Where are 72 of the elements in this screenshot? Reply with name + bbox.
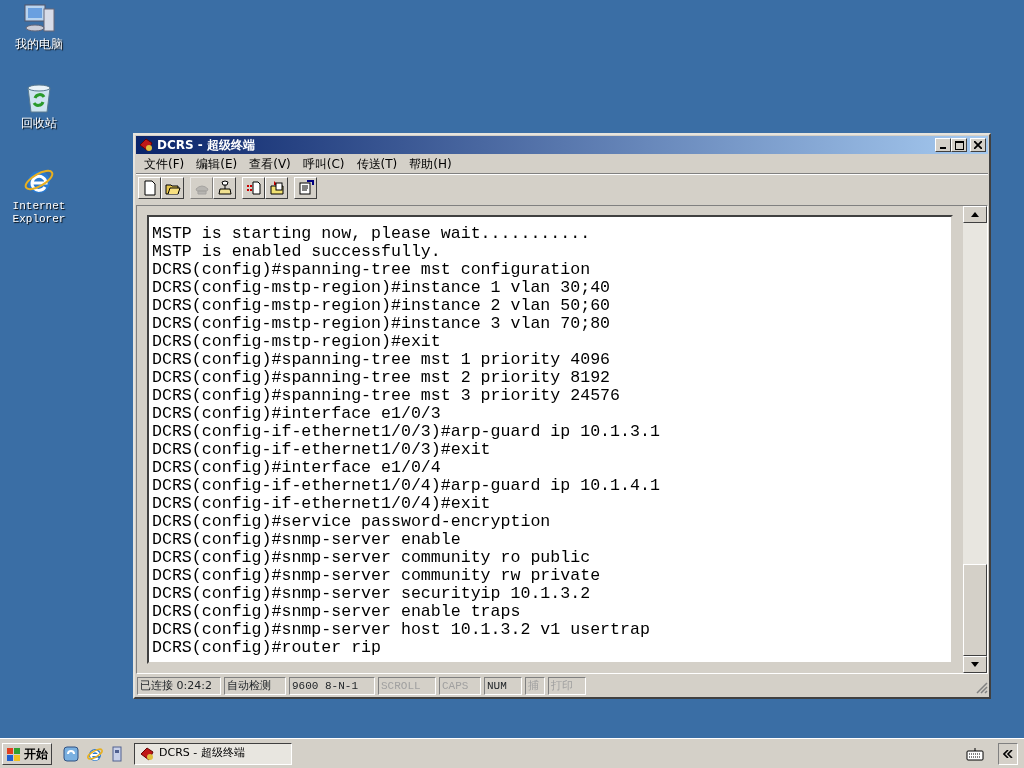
terminal-line: DCRS(config)#snmp-server community rw private: [152, 567, 602, 585]
taskbar-button[interactable]: DCRS - 超级终端: [134, 742, 292, 765]
document-icon: [245, 180, 262, 196]
menu-item[interactable]: 编辑(E): [190, 154, 244, 173]
status-field: 自动检测: [224, 677, 286, 695]
terminal-line: DCRS(config-if-ethernet1/0/3)#arp-guard ip 10.1.3.1: [152, 423, 661, 441]
terminal-line: DCRS(config)#snmp-server enable traps: [152, 603, 522, 621]
desktop-icon-label[interactable]: 我的电脑: [15, 38, 63, 51]
toolbar-button[interactable]: [213, 177, 236, 199]
terminal-line: DCRS(config)#router rip: [152, 639, 383, 657]
down-arrow-icon: [971, 662, 979, 667]
computer-icon[interactable]: [22, 3, 56, 35]
status-field: 9600 8-N-1: [289, 677, 375, 695]
terminal-line: DCRS(config)#spanning-tree mst configuration: [152, 261, 592, 279]
terminal-line: DCRS(config)#interface e1/0/4: [152, 459, 442, 477]
desktop-shortcut-icon[interactable]: [62, 744, 80, 763]
terminal-line: DCRS(config-if-ethernet1/0/3)#exit: [152, 441, 492, 459]
start-button[interactable]: 开始: [2, 742, 52, 765]
terminal-line: MSTP is enabled successfully.: [152, 243, 442, 261]
terminal-line: DCRS(config-mstp-region)#instance 3 vlan 70;80: [152, 315, 612, 333]
toolbar-button[interactable]: [265, 177, 288, 199]
terminal-line: DCRS(config)#snmp-server securityip 10.1.3.2: [152, 585, 592, 603]
status-field: 已连接 0:24:2: [137, 677, 221, 695]
toolbar-button[interactable]: [242, 177, 265, 199]
toolbar-button[interactable]: [294, 177, 317, 199]
terminal-line: DCRS(config-mstp-region)#instance 1 vlan 30;40: [152, 279, 612, 297]
menu-item[interactable]: 文件(F): [138, 154, 191, 173]
scroll-down-button[interactable]: [963, 656, 987, 673]
app-icon: [138, 137, 154, 153]
scroll-thumb[interactable]: [963, 564, 987, 656]
desktop-icon-label[interactable]: Internet Explorer: [0, 200, 78, 226]
windows-flag-icon: [6, 745, 22, 762]
maximize-button[interactable]: [951, 138, 967, 152]
maximize-icon: [954, 140, 964, 150]
properties-icon: [297, 180, 314, 196]
menu-item[interactable]: 帮助(H): [403, 154, 458, 173]
expand-tray-button[interactable]: [998, 742, 1018, 765]
scroll-up-button[interactable]: [963, 206, 987, 223]
minimize-button[interactable]: [935, 138, 951, 152]
window-title: DCRS - 超级终端: [157, 137, 255, 154]
terminal-line: DCRS(config-if-ethernet1/0/4)#arp-guard ip 10.1.4.1: [152, 477, 661, 495]
keyboard-icon[interactable]: [966, 746, 984, 761]
terminal-line: DCRS(config)#service password-encryption: [152, 513, 552, 531]
terminal-line: DCRS(config)#interface e1/0/3: [152, 405, 442, 423]
resize-grip-icon[interactable]: [976, 681, 988, 694]
desktop-icon-label[interactable]: 回收站: [21, 117, 57, 130]
terminal-line: DCRS(config)#spanning-tree mst 1 priority 4096: [152, 351, 612, 369]
status-field: NUM: [484, 677, 522, 695]
close-icon: [974, 141, 982, 149]
menu-item[interactable]: 呼叫(C): [296, 154, 351, 173]
terminal-line: DCRS(config-mstp-region)#exit: [152, 333, 442, 351]
menu-item[interactable]: 查看(V): [243, 154, 297, 173]
terminal-line: DCRS(config-mstp-region)#instance 2 vlan 50;60: [152, 297, 612, 315]
toolbar-button[interactable]: [138, 177, 161, 199]
menu-item[interactable]: 传送(T): [350, 154, 404, 173]
terminal-line: DCRS(config)#snmp-server community ro public: [152, 549, 592, 567]
terminal-line: MSTP is starting now, please wait...........: [152, 225, 592, 243]
terminal-line: DCRS(config)#spanning-tree mst 3 priority 24576: [152, 387, 622, 405]
terminal-line: DCRS(config)#snmp-server enable: [152, 531, 462, 549]
new-document-icon: [141, 180, 158, 196]
terminal-line: DCRS(config)#snmp-server host 10.1.3.2 v1 usertrap: [152, 621, 651, 639]
folder-icon: [268, 180, 285, 196]
recycle-bin-icon[interactable]: [24, 82, 54, 114]
terminal-line: DCRS(config-if-ethernet1/0/4)#exit: [152, 495, 492, 513]
close-button[interactable]: [970, 138, 986, 152]
window-icon[interactable]: [110, 744, 124, 763]
up-arrow-icon: [971, 212, 979, 217]
app-icon: [139, 745, 155, 762]
terminal-line: DCRS(config)#spanning-tree mst 2 priority 8192: [152, 369, 612, 387]
scrollbar[interactable]: [963, 206, 987, 673]
toolbar-button[interactable]: [161, 177, 184, 199]
chevron-icon: [1003, 749, 1013, 758]
